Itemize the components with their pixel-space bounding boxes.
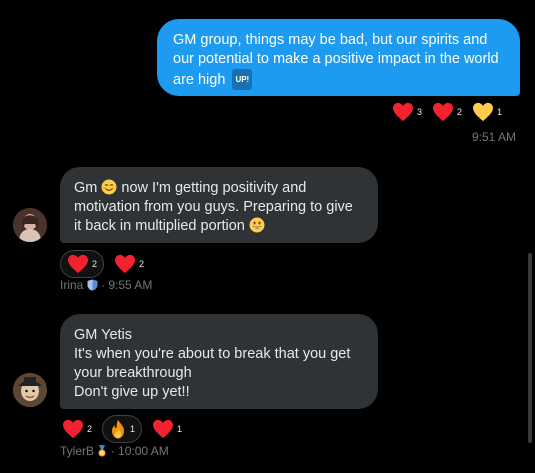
incoming-message-bubble[interactable]: Gm now I'm getting positivity and motiva… [60, 167, 378, 243]
message-timestamp: 9:51 AM [472, 130, 517, 144]
message-line: Don't give up yet!! [74, 384, 190, 400]
author-name[interactable]: TylerB [60, 444, 94, 458]
smiling-face-icon [101, 179, 117, 195]
message-meta: Irina · 9:55 AM [60, 278, 152, 294]
red-heart-icon [67, 254, 89, 274]
message-text: GM group, things may be bad, but our spi… [173, 32, 499, 88]
reaction-red-heart[interactable]: 2 [62, 419, 92, 439]
medal-icon [97, 445, 107, 460]
fire-icon [109, 419, 127, 439]
reaction-yellow-heart[interactable]: 1 [472, 102, 502, 122]
reaction-fire[interactable]: 1 [102, 415, 143, 443]
reaction-count: 1 [130, 424, 136, 434]
reaction-count: 2 [92, 259, 98, 269]
incoming-message-bubble[interactable]: GM Yetis It's when you're about to break… [60, 314, 378, 409]
author-name[interactable]: Irina [60, 278, 83, 292]
reaction-count: 2 [457, 107, 463, 117]
reaction-count: 2 [87, 424, 93, 434]
reaction-red-heart[interactable]: 2 [432, 102, 462, 122]
scrollbar-thumb[interactable] [528, 253, 532, 443]
message-timestamp: · 10:00 AM [110, 444, 169, 458]
red-heart-icon [392, 102, 414, 122]
avatar-image-icon [13, 373, 47, 407]
grinning-face-icon [249, 217, 265, 233]
reaction-red-heart[interactable]: 3 [392, 102, 422, 122]
reaction-red-heart[interactable]: 2 [114, 254, 144, 274]
red-heart-icon [62, 419, 84, 439]
up-badge: UP! [232, 69, 253, 90]
avatar[interactable] [13, 373, 47, 407]
avatar[interactable] [13, 208, 47, 242]
reactions-bar: 2 2 [60, 250, 144, 278]
reaction-red-heart[interactable]: 2 [60, 250, 105, 278]
shield-icon [87, 279, 98, 294]
reaction-count: 1 [497, 107, 503, 117]
message-timestamp: · 9:55 AM [101, 278, 153, 292]
red-heart-icon [152, 419, 174, 439]
reaction-count: 2 [139, 259, 145, 269]
red-heart-icon [114, 254, 136, 274]
reaction-count: 3 [417, 107, 423, 117]
message-line: GM Yetis [74, 327, 133, 343]
message-text-start: Gm [74, 180, 98, 196]
message-meta: TylerB · 10:00 AM [60, 444, 169, 460]
reactions-bar: 2 1 1 [62, 415, 182, 443]
reaction-count: 1 [177, 424, 183, 434]
reactions-bar: 3 2 1 [392, 102, 502, 122]
red-heart-icon [432, 102, 454, 122]
avatar-image-icon [13, 208, 47, 242]
yellow-heart-icon [472, 102, 494, 122]
reaction-red-heart[interactable]: 1 [152, 419, 182, 439]
outgoing-message-bubble[interactable]: GM group, things may be bad, but our spi… [157, 19, 520, 96]
message-line: It's when you're about to break that you… [74, 346, 351, 381]
